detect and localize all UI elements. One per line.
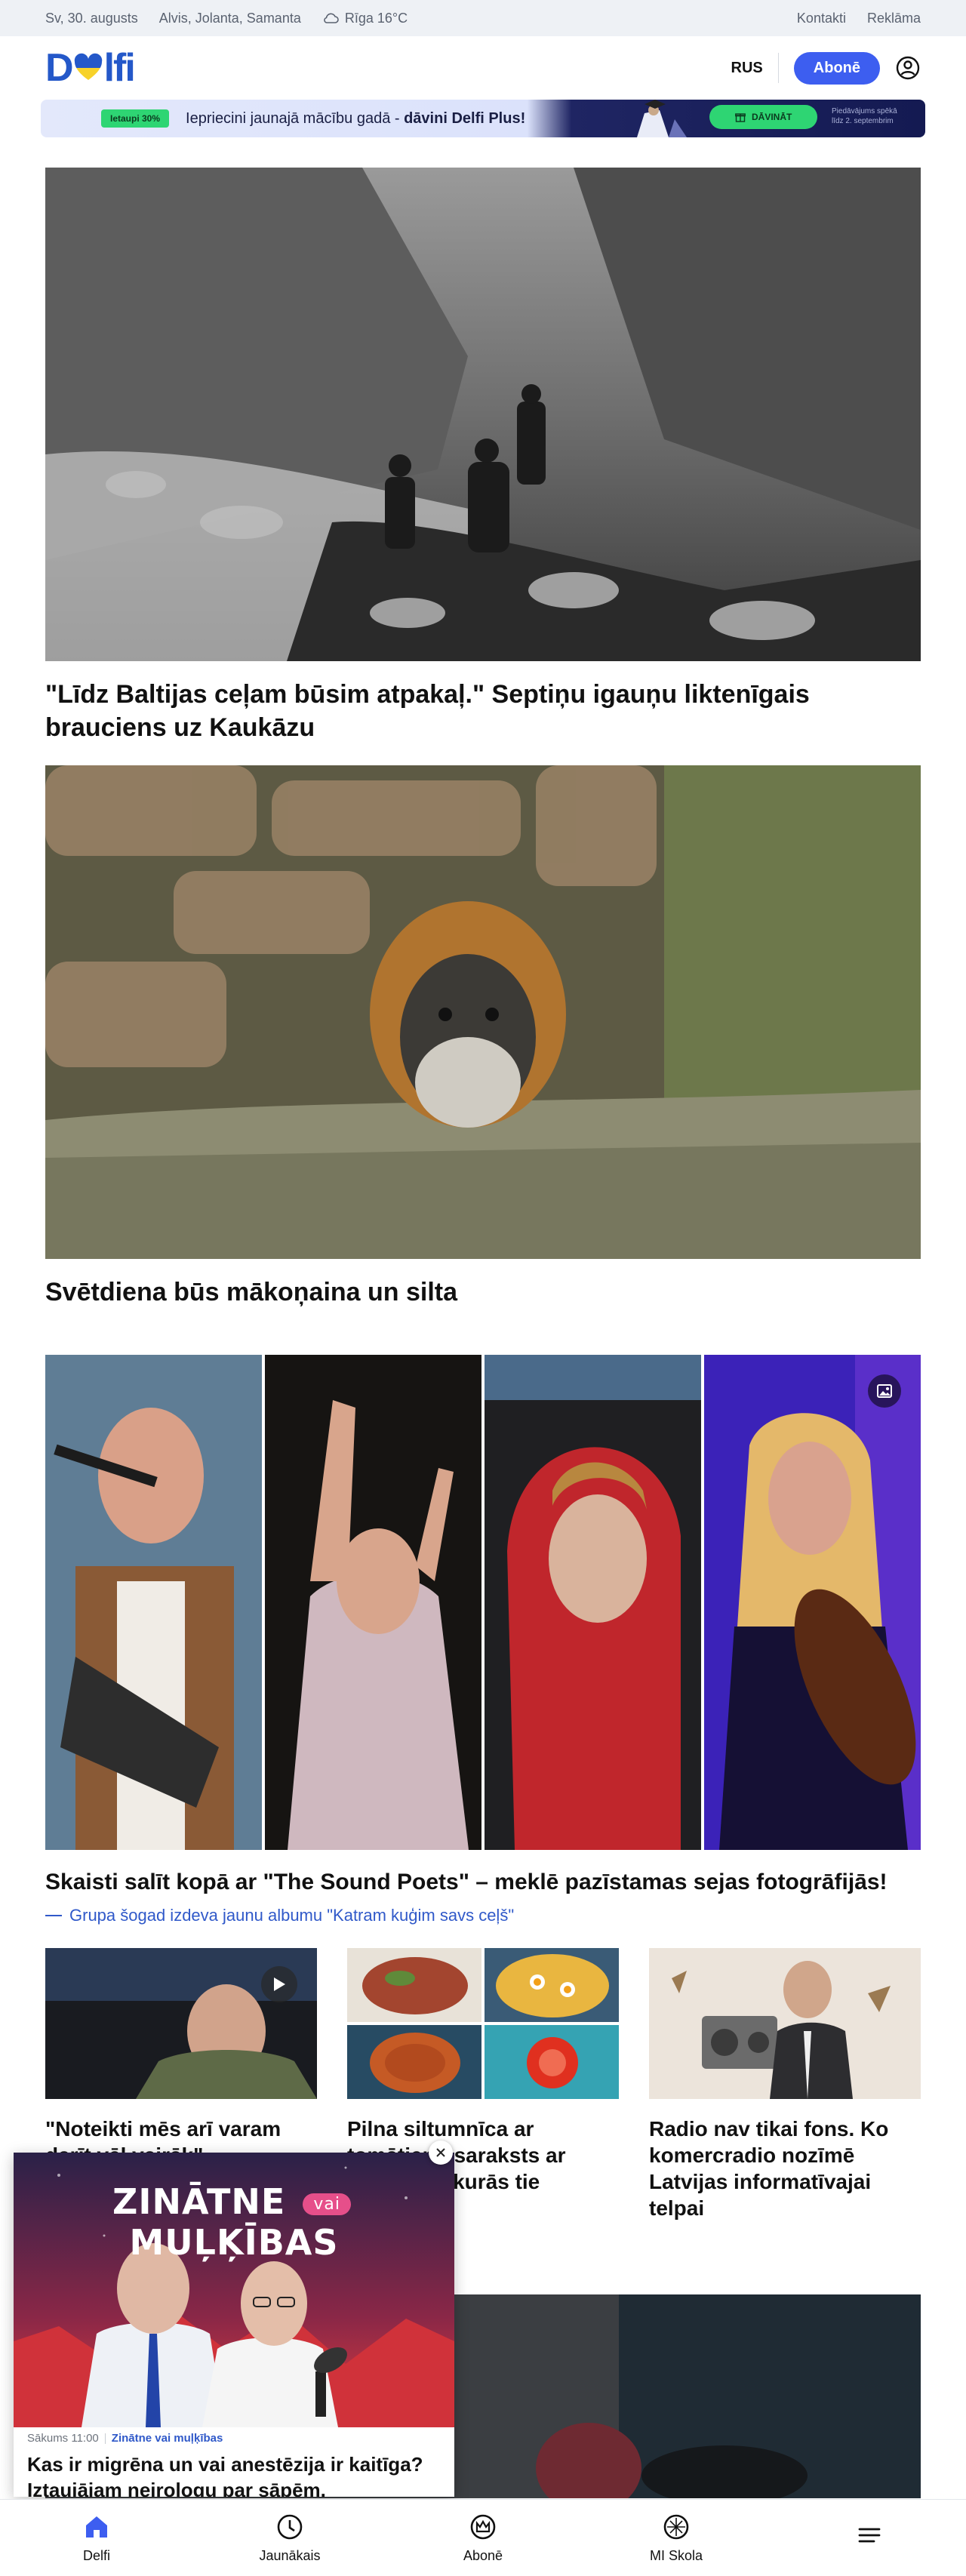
food-photo: [347, 1947, 481, 2022]
photo-gallery[interactable]: [45, 1354, 921, 1850]
podcast-title[interactable]: Kas ir migrēna un vai anestēzija ir kait…: [14, 2445, 454, 2497]
food-photo: [485, 2024, 619, 2099]
gallery-subtitle[interactable]: Grupa šogad izdeva jaunu albumu "Katram …: [45, 1906, 921, 1925]
cloud-icon: [324, 13, 339, 23]
gift-button[interactable]: DĀVINĀT: [709, 105, 818, 129]
clock-icon: [277, 2514, 303, 2540]
radio-photo: [649, 1947, 921, 2099]
namedays: Alvis, Jolanta, Samanta: [158, 10, 301, 26]
user-icon[interactable]: [895, 55, 921, 81]
play-icon[interactable]: [261, 1965, 297, 2002]
discount-badge: Ietaupi 30%: [101, 109, 170, 128]
food-photo: [347, 2024, 481, 2099]
gallery-photo-singer: [45, 1354, 262, 1850]
gallery-photo-audience: [265, 1354, 481, 1850]
crown-icon: [470, 2514, 496, 2540]
ukraine-heart-icon: [74, 53, 102, 80]
top-info-bar: Sv, 30. augusts Alvis, Jolanta, Samanta …: [0, 0, 966, 36]
language-switch[interactable]: RUS: [731, 60, 763, 77]
nav-item-subscribe[interactable]: Abonē: [386, 2500, 580, 2576]
gallery-photo-raincoat: [485, 1354, 701, 1850]
weather-text: Rīga 16°C: [344, 10, 408, 26]
article-title[interactable]: Svētdiena būs mākoņaina un silta: [45, 1276, 921, 1309]
subscribe-button[interactable]: Abonē: [793, 51, 880, 85]
podcast-popup[interactable]: ZINĀTNE vai MUĻĶĪBAS Sākums 11:00 Zinātn…: [14, 2153, 454, 2497]
article-card-weather[interactable]: Svētdiena būs mākoņaina un silta: [45, 765, 921, 1309]
menu-icon: [858, 2528, 881, 2542]
promo-banner[interactable]: Ietaupi 30% Iepriecini jaunajā mācību ga…: [41, 100, 925, 137]
podcast-art-title: ZINĀTNE vai MUĻĶĪBAS: [14, 2181, 454, 2263]
home-icon: [86, 2516, 107, 2538]
podcast-meta: Sākums 11:00 Zinātne vai muļķības: [14, 2427, 454, 2445]
graduate-illustration: [637, 100, 687, 137]
site-header: D lfi RUS Abonē: [0, 36, 966, 100]
nav-item-delfi[interactable]: Delfi: [0, 2500, 193, 2576]
close-popup-button[interactable]: [429, 2141, 453, 2165]
article-image-monkey: [45, 765, 921, 1260]
divider: [777, 53, 779, 83]
article-card-radio[interactable]: Radio nav tikai fons. Ko komercradio noz…: [649, 1947, 921, 2221]
article-card-caucasus[interactable]: "Līdz Baltijas ceļam būsim atpakaļ." Sep…: [45, 168, 921, 744]
weather[interactable]: Rīga 16°C: [322, 11, 408, 26]
podcast-category[interactable]: Zinātne vai muļķības: [112, 2432, 223, 2445]
divider: [104, 2433, 106, 2444]
gallery-photo-cellist: [704, 1354, 921, 1850]
date: Sv, 30. augusts: [45, 10, 138, 26]
gallery-icon: [868, 1374, 901, 1408]
dash: [45, 1914, 62, 1916]
podcast-time: Sākums 11:00: [27, 2432, 99, 2445]
food-photo: [485, 1947, 619, 2022]
contacts-link[interactable]: Kontakti: [797, 11, 846, 26]
article-image-mountain: [45, 168, 921, 661]
nav-item-menu[interactable]: [773, 2500, 966, 2576]
close-icon: [436, 2148, 445, 2157]
promo-text: Iepriecini jaunajā mācību gadā - dāvini …: [186, 109, 526, 127]
card-image: [45, 1947, 317, 2099]
delfi-logo[interactable]: D lfi: [45, 45, 136, 91]
nav-item-latest[interactable]: Jaunākais: [193, 2500, 386, 2576]
gallery-article[interactable]: Skaisti salīt kopā ar "The Sound Poets" …: [45, 1354, 921, 1925]
card-image: [649, 1947, 921, 2099]
ai-icon: [663, 2514, 689, 2540]
nav-item-ai-school[interactable]: MI Skola: [580, 2500, 773, 2576]
gallery-title[interactable]: Skaisti salīt kopā ar "The Sound Poets" …: [45, 1870, 921, 1895]
card-title[interactable]: Radio nav tikai fons. Ko komercradio noz…: [649, 2116, 921, 2221]
gift-icon: [735, 113, 746, 122]
podcast-artwork: ZINĀTNE vai MUĻĶĪBAS: [14, 2153, 454, 2427]
promo-fine-print: Piedāvājums spēkā līdz 2. septembrim: [832, 107, 897, 125]
advertising-link[interactable]: Reklāma: [867, 11, 921, 26]
article-title[interactable]: "Līdz Baltijas ceļam būsim atpakaļ." Sep…: [45, 678, 921, 744]
card-image: [347, 1947, 619, 2099]
bottom-navigation: Delfi Jaunākais Abonē MI Skola: [0, 2499, 966, 2576]
